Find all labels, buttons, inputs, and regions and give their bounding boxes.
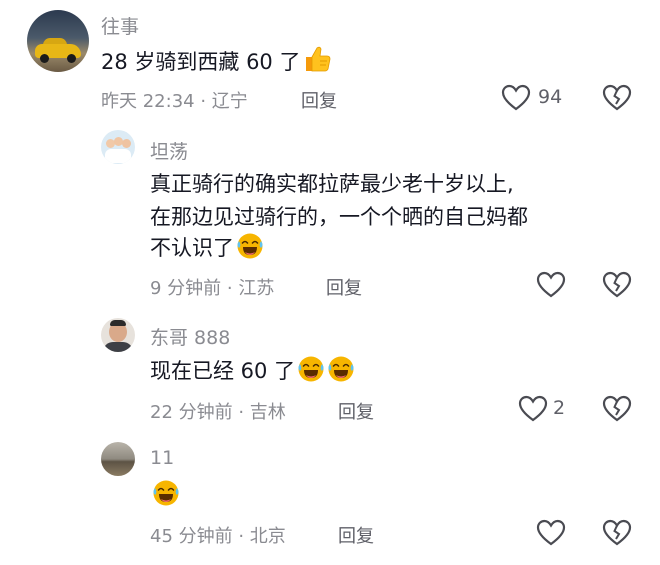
- avatar[interactable]: [101, 318, 135, 352]
- thumbs-up-icon: [302, 44, 332, 84]
- like-heart-icon[interactable]: [501, 84, 531, 116]
- reply-button[interactable]: 回复: [301, 87, 337, 113]
- laughing-crying-icon: [236, 232, 264, 270]
- comment-text-body: 28 岁骑到西藏 60 了: [101, 50, 301, 74]
- avatar-face: [122, 139, 131, 148]
- reply-meta: 45 分钟前 · 北京: [150, 526, 286, 547]
- reply-text-body: 现在已经 60 了: [150, 359, 296, 383]
- like-count: 2: [553, 397, 566, 419]
- avatar-body: [105, 149, 131, 163]
- dislike-broken-heart-icon[interactable]: [602, 519, 632, 551]
- laughing-crying-icon: [297, 355, 325, 393]
- reply-text-line: 在那边见过骑行的，一个个晒的自己妈都: [150, 205, 528, 229]
- dislike-broken-heart-icon[interactable]: [602, 84, 632, 116]
- comment-username[interactable]: 往事: [101, 12, 139, 39]
- like-heart-icon[interactable]: [536, 519, 566, 551]
- avatar[interactable]: [101, 442, 135, 476]
- reply-username[interactable]: 东哥 888: [150, 323, 230, 350]
- reply-meta: 9 分钟前 · 江苏: [150, 278, 275, 299]
- laughing-crying-icon: [152, 479, 180, 517]
- like-heart-icon[interactable]: [518, 395, 548, 427]
- avatar-hair: [110, 320, 126, 326]
- comment-meta: 昨天 22:34 · 辽宁: [101, 91, 248, 112]
- reply-text: [150, 479, 180, 517]
- reply-meta: 22 分钟前 · 吉林: [150, 402, 286, 423]
- like-count: 94: [538, 86, 563, 108]
- reply-text-line: 真正骑行的确实都拉萨最少老十岁以上,: [150, 172, 514, 196]
- reply-username[interactable]: 坦荡: [150, 137, 188, 164]
- reply-button[interactable]: 回复: [326, 274, 362, 300]
- reply-username[interactable]: 11: [150, 447, 174, 469]
- dislike-broken-heart-icon[interactable]: [602, 395, 632, 427]
- laughing-crying-icon: [327, 355, 355, 393]
- reply-text: 现在已经 60 了: [150, 355, 355, 393]
- reply-button[interactable]: 回复: [338, 398, 374, 424]
- avatar[interactable]: [27, 10, 89, 72]
- wheel: [67, 54, 76, 63]
- avatar-body: [103, 342, 133, 352]
- reply-text-body: 不认识了: [150, 236, 234, 260]
- reply-text-line: 不认识了: [150, 232, 264, 270]
- wheel: [40, 54, 49, 63]
- like-heart-icon[interactable]: [536, 271, 566, 303]
- dislike-broken-heart-icon[interactable]: [602, 271, 632, 303]
- comment-text: 28 岁骑到西藏 60 了: [101, 44, 332, 84]
- avatar[interactable]: [101, 130, 135, 164]
- reply-button[interactable]: 回复: [338, 522, 374, 548]
